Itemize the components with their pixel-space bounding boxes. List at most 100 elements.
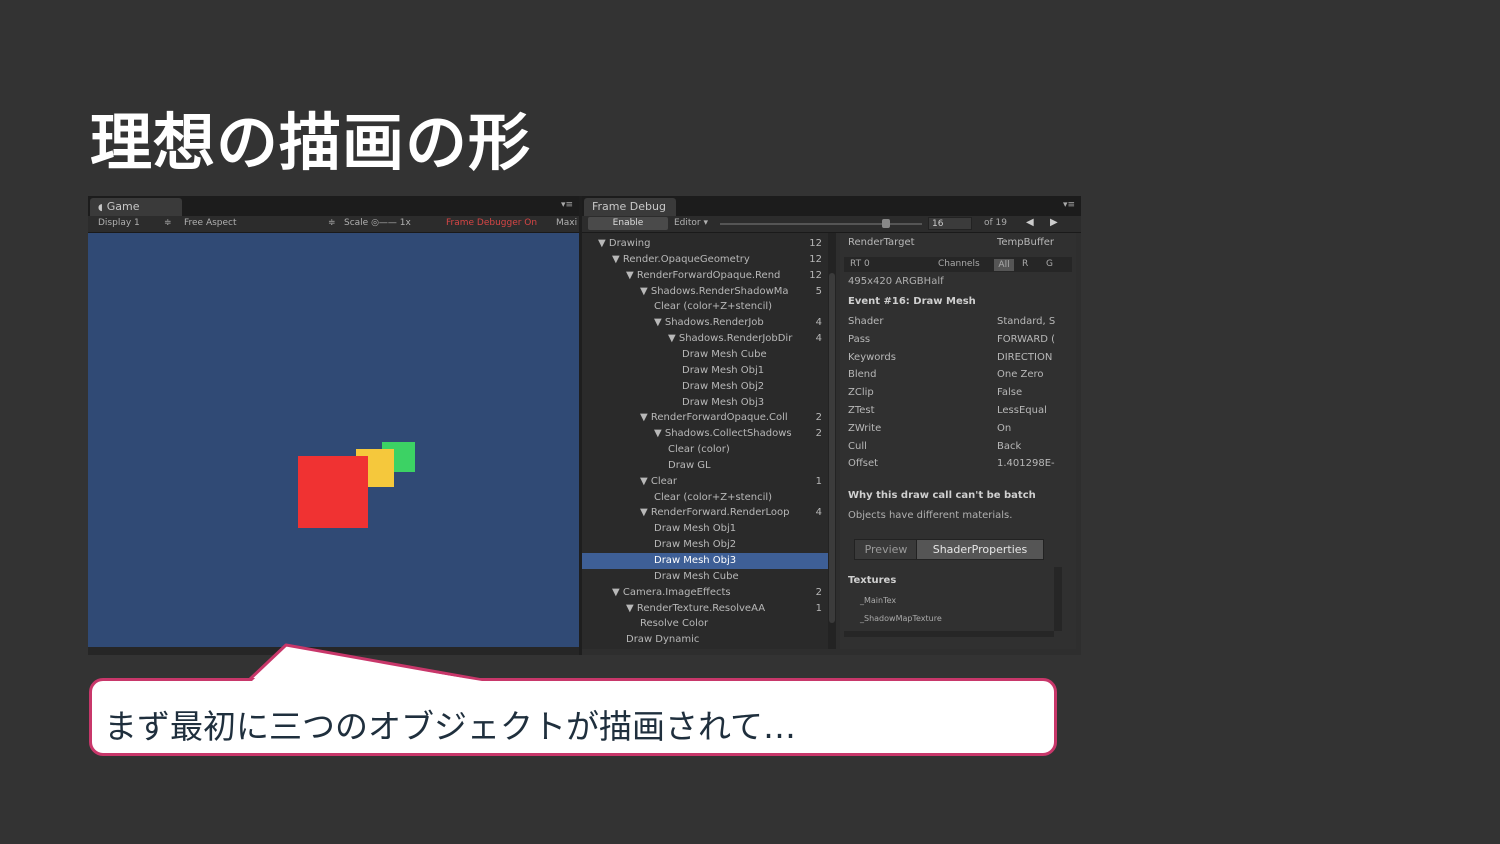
tree-row[interactable]: Draw Mesh Obj3: [582, 553, 828, 569]
tree-row[interactable]: ▼ Shadows.RenderShadowMa 5: [582, 284, 828, 300]
prop-row: ZTest LessEqual: [848, 405, 1076, 421]
prop-row: ZWrite On: [848, 423, 1076, 439]
prop-row: Cull Back: [848, 441, 1076, 457]
panel-menu-icon[interactable]: ▾≡: [1063, 200, 1075, 210]
panel-menu-icon[interactable]: ▾≡: [561, 200, 573, 210]
details-hscrollbar[interactable]: [844, 631, 1054, 637]
slide-title: 理想の描画の形: [90, 106, 532, 179]
tree-row-label: Clear (color+Z+stencil): [654, 491, 773, 503]
editor-dropdown[interactable]: Editor ▾: [674, 218, 708, 228]
frame-slider-knob[interactable]: [882, 219, 890, 228]
tree-row[interactable]: ▼ Shadows.RenderJobDir 4: [582, 331, 828, 347]
textures-title: Textures: [848, 575, 897, 586]
channels-label: Channels: [938, 259, 980, 269]
tree-row-label: ▼ Drawing: [598, 238, 651, 249]
tree-row[interactable]: ▼ RenderTexture.ResolveAA 1: [582, 601, 828, 617]
tree-row[interactable]: Draw GL: [582, 458, 828, 474]
render-target-label: RenderTarget: [848, 237, 915, 248]
tree-row[interactable]: Clear (color+Z+stencil): [582, 299, 828, 315]
tree-row[interactable]: ▼ Shadows.CollectShadows 2: [582, 426, 828, 442]
prop-key: ZClip: [848, 387, 874, 399]
enable-button[interactable]: Enable: [588, 217, 668, 230]
tree-row[interactable]: ▼ RenderForwardOpaque.Coll 2: [582, 410, 828, 426]
tree-row[interactable]: Draw Mesh Obj1: [582, 521, 828, 537]
frame-debug-tabbar: Frame Debug ▾≡: [582, 196, 1081, 216]
tree-row[interactable]: ▼ Drawing 12: [582, 236, 828, 252]
prop-key: Pass: [848, 333, 871, 345]
tree-row[interactable]: Draw Mesh Cube: [582, 569, 828, 585]
tree-scroll-thumb[interactable]: [829, 273, 835, 623]
tree-row-label: ▼ Shadows.RenderJobDir: [668, 333, 793, 345]
prop-value: Back: [997, 440, 1022, 452]
frame-debug-tab-label: Frame Debug: [592, 200, 666, 213]
tree-row[interactable]: Draw Mesh Obj2: [582, 537, 828, 553]
game-tabbar: ◖ Game ▾≡: [88, 196, 579, 216]
tree-row-label: Draw Mesh Obj2: [682, 380, 765, 392]
details-scrollbar[interactable]: [1054, 567, 1062, 631]
game-tab-label: Game: [106, 200, 140, 213]
tree-row[interactable]: ▼ Camera.ImageEffects 2: [582, 585, 828, 601]
tree-row[interactable]: Draw Mesh Obj3: [582, 395, 828, 411]
prop-value: False: [997, 387, 1023, 399]
frame-total: of 19: [984, 218, 1007, 228]
tree-row[interactable]: Draw Dynamic: [582, 632, 828, 648]
tree-row-label: Draw Dynamic: [626, 634, 700, 646]
tree-scrollbar[interactable]: [828, 233, 836, 649]
tree-row-label: ▼ RenderForwardOpaque.Rend: [626, 269, 781, 281]
preview-tab[interactable]: Preview: [854, 539, 918, 560]
display-dropdown[interactable]: Display 1: [98, 218, 140, 228]
tree-row-count: 1: [815, 602, 822, 614]
game-viewport[interactable]: [88, 233, 579, 647]
render-target-value[interactable]: TempBuffer: [997, 237, 1054, 248]
tree-row[interactable]: ▼ RenderForwardOpaque.Rend 12: [582, 268, 828, 284]
rt-selector[interactable]: RT 0: [850, 259, 870, 269]
tree-row[interactable]: ▼ Shadows.RenderJob 4: [582, 315, 828, 331]
tree-row-label: Draw Mesh Obj3: [682, 396, 765, 408]
event-tree: ▼ Drawing 12 ▼ Render.OpaqueGeometry 12 ▼ Re…: [582, 233, 828, 649]
channel-g-button[interactable]: G: [1046, 259, 1053, 269]
tree-row[interactable]: Resolve Color: [582, 616, 828, 632]
tree-row-label: Draw Mesh Obj1: [654, 523, 737, 535]
tree-row[interactable]: Clear (color+Z+stencil): [582, 490, 828, 506]
prop-row: Offset 1.401298E-: [848, 458, 1076, 474]
prop-value: Standard, S: [997, 316, 1056, 327]
prev-frame-icon[interactable]: ◀: [1026, 217, 1034, 228]
tree-row[interactable]: ▼ RenderForward.RenderLoop 4: [582, 505, 828, 521]
tree-row[interactable]: ▼ Render.OpaqueGeometry 12: [582, 252, 828, 268]
tree-row[interactable]: Draw Mesh Cube: [582, 347, 828, 363]
tree-row-label: Resolve Color: [640, 618, 709, 630]
tree-row-count: 4: [815, 333, 822, 345]
frame-slider[interactable]: [720, 223, 922, 225]
display-chevron-icon: ≑: [164, 218, 172, 228]
next-frame-icon[interactable]: ▶: [1050, 217, 1058, 228]
channel-r-button[interactable]: R: [1022, 259, 1028, 269]
prop-key: Keywords: [848, 351, 896, 363]
tree-row-label: ▼ Shadows.RenderShadowMa: [640, 285, 789, 297]
batch-reason: Objects have different materials.: [848, 510, 1013, 521]
prop-key: Cull: [848, 440, 867, 452]
scale-slider[interactable]: Scale ◎—— 1x: [344, 218, 411, 228]
event-title: Event #16: Draw Mesh: [848, 296, 976, 307]
prop-value: On: [997, 422, 1012, 434]
maximize-on-play-button[interactable]: Maxi: [556, 218, 577, 228]
frame-debug-tab[interactable]: Frame Debug: [584, 198, 676, 216]
frame-number-field[interactable]: 16: [928, 217, 972, 230]
prop-key: Blend: [848, 369, 877, 381]
shader-properties-tab[interactable]: ShaderProperties: [916, 539, 1044, 560]
prop-row: Keywords DIRECTION: [848, 352, 1076, 368]
game-tab[interactable]: ◖ Game: [90, 198, 182, 216]
tree-row[interactable]: Draw Mesh Obj1: [582, 363, 828, 379]
tree-row-label: Clear (color): [668, 444, 730, 456]
tree-row[interactable]: Draw Mesh Obj2: [582, 379, 828, 395]
texture-maintex: _MainTex: [860, 596, 897, 605]
prop-key: ZTest: [848, 405, 875, 416]
unity-editor-screenshot: ◖ Game ▾≡ Display 1 ≑ Free Aspect ≑ Scale…: [88, 196, 1081, 655]
batch-title: Why this draw call can't be batch: [848, 490, 1036, 501]
tree-row[interactable]: Clear (color): [582, 442, 828, 458]
tree-row-count: 4: [815, 317, 822, 329]
prop-value: 1.401298E-: [997, 458, 1055, 470]
channel-all-button[interactable]: All: [994, 259, 1014, 271]
aspect-dropdown[interactable]: Free Aspect: [184, 218, 237, 228]
tree-row[interactable]: ▼ Clear 1: [582, 474, 828, 490]
callout-text: まず最初に三つのオブジェクトが描画されて…: [104, 707, 797, 746]
